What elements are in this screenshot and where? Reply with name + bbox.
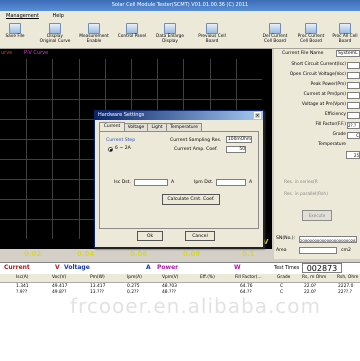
hardware-settings-dialog: Hardware Settings × Current Voltage Ligh… [94, 110, 264, 248]
col-ff: Fill Factor(... [235, 275, 262, 280]
test-times-value: 002873 [302, 263, 342, 273]
grid-line-vertical [52, 59, 53, 239]
sampling-res-select[interactable]: 100mOhm [226, 136, 252, 143]
area-unit: cm2 [341, 248, 351, 253]
control-icon [126, 23, 138, 34]
x-tick: 0.04 [77, 250, 95, 258]
grid-line-horizontal [0, 99, 262, 100]
grid-line-horizontal [0, 79, 262, 80]
param-fill-factor: Fill Factor(F.F.) 2?.? [274, 121, 360, 130]
area-field[interactable] [299, 247, 337, 254]
proc-all-cell-board-button[interactable]: Proc All Cell Board [330, 23, 360, 47]
measure-icon [88, 23, 100, 34]
ipm-dst-field[interactable] [216, 179, 246, 186]
test-times-label: Test Times [274, 266, 300, 271]
delete-icon [269, 23, 281, 34]
current-legend: Current [4, 264, 30, 271]
current-step-label: Current Step [106, 138, 136, 143]
previous-cell-board-button[interactable]: Previous Cell Board [194, 23, 230, 47]
toolbar: Save File Display Original Curve Measure… [0, 22, 360, 49]
col-isc: Isc(A) [16, 275, 29, 280]
del-current-cell-board-button[interactable]: Del Current Cell Board [258, 23, 292, 47]
col-eff: Eff.(%) [200, 275, 215, 280]
sn-label: SN(No.): [276, 236, 296, 241]
param-efficiency: Efficiency [274, 111, 360, 120]
display-original-curve-button[interactable]: Display Original Curve [38, 23, 72, 47]
grid-line-vertical [26, 59, 27, 239]
col-rs: Rs, m Ohm [302, 275, 327, 280]
menu-help[interactable]: Help [53, 13, 64, 19]
param-grade: Grade C [332, 132, 360, 139]
calculate-coef-button[interactable]: Calculate Crnt. Coef. [162, 194, 220, 205]
menu-management[interactable]: Management [6, 13, 39, 19]
col-vpm: Vpm(V) [162, 275, 179, 280]
power-unit: W [234, 264, 241, 271]
param-temperature: Temperature [318, 142, 346, 147]
sn-field[interactable]: 2000000000000000000002874 [299, 236, 357, 243]
x-tick: 0.1 [242, 250, 255, 258]
current-step-radio[interactable] [108, 147, 113, 152]
amp-coef-field[interactable]: 50 [226, 146, 246, 153]
table-cell: ?.9?? [16, 290, 28, 295]
temperature-value: 25 [346, 151, 360, 159]
area-label: Area [276, 248, 287, 253]
window-title: Solar Cell Module Tester(SCMT) V01.01.00… [0, 0, 360, 11]
amp-coef-label: Current Amp. Coef. [174, 147, 218, 152]
cancel-button[interactable]: Cancel [185, 231, 215, 241]
param-vpm: Voltage at Pm(Vpm) [274, 101, 360, 110]
isc-dst-unit: A [171, 180, 175, 185]
close-icon[interactable]: × [254, 112, 261, 119]
data-enlarge-display-button[interactable]: Data Enlarge Display [152, 23, 188, 47]
ipm-dst-label: Ipm Dst. [194, 180, 214, 185]
voltage-legend: Voltage [64, 264, 90, 271]
col-grade: Grade [277, 275, 291, 280]
process-icon [305, 23, 317, 34]
file-name-label: Current File Name [282, 51, 324, 56]
col-pm: Pm(W) [90, 275, 105, 280]
pv-curve-legend: P-V Curve [24, 50, 49, 56]
save-file-button[interactable]: Save File [2, 23, 28, 47]
col-ipm: Ipm(A) [127, 275, 142, 280]
proc-current-cell-board-button[interactable]: Proc Current Cell Board [294, 23, 328, 47]
col-voc: Voc(V) [52, 275, 67, 280]
param-isc: Short Circuit Current(Isc) [274, 61, 360, 70]
enlarge-icon [164, 23, 176, 34]
x-tick: 0.06 [130, 250, 148, 258]
rsh-label: Res. in parallel(Rsh) [284, 192, 328, 197]
table-cell: 22??.? [338, 290, 352, 295]
process-all-icon [339, 23, 351, 34]
current-unit: V [55, 264, 60, 271]
param-pm: Peak Power(Pm) [274, 81, 360, 90]
ok-button[interactable]: Ok [137, 231, 163, 241]
execute-button[interactable]: Execute [302, 210, 332, 221]
result-panel: Current File Name SystemL Short Circuit … [274, 49, 360, 259]
power-legend: Power [157, 264, 179, 271]
iv-curve-legend: urve [1, 50, 13, 56]
measurement-enable-button[interactable]: Measurement Enable [76, 23, 112, 47]
dialog-title-bar: Hardware Settings × [95, 111, 263, 120]
table-cell: 49.8?? [52, 290, 67, 295]
previous-icon [206, 23, 218, 34]
sampling-res-label: Current Sampling Res. [170, 138, 222, 143]
col-rsh: Rsh, Ohm [337, 275, 359, 280]
control-panel-button[interactable]: Control Panel [114, 23, 150, 47]
current-tab-panel: Current Step 6 ~ 2A Current Sampling Res… [99, 131, 259, 229]
isc-dst-field[interactable] [134, 179, 168, 186]
grid-line-vertical [79, 59, 80, 239]
param-ipm: Current at Pm(Ipm) [274, 91, 360, 100]
voltage-unit: A [146, 264, 151, 271]
rs-label: Res. in series(R [284, 180, 318, 185]
curve-icon [49, 23, 61, 34]
file-name-value: SystemL [336, 50, 360, 57]
x-tick: 0.02 [24, 250, 42, 258]
isc-dst-label: Isc Dst. [114, 180, 131, 185]
save-icon [9, 23, 21, 34]
x-tick: 0.08 [183, 250, 201, 258]
watermark: frcooer.en.alibaba.com [70, 294, 322, 318]
current-step-range: 6 ~ 2A [115, 146, 131, 151]
param-voc: Open Circuit Voltage(Voc) [274, 71, 360, 80]
ipm-dst-unit: A [249, 180, 253, 185]
